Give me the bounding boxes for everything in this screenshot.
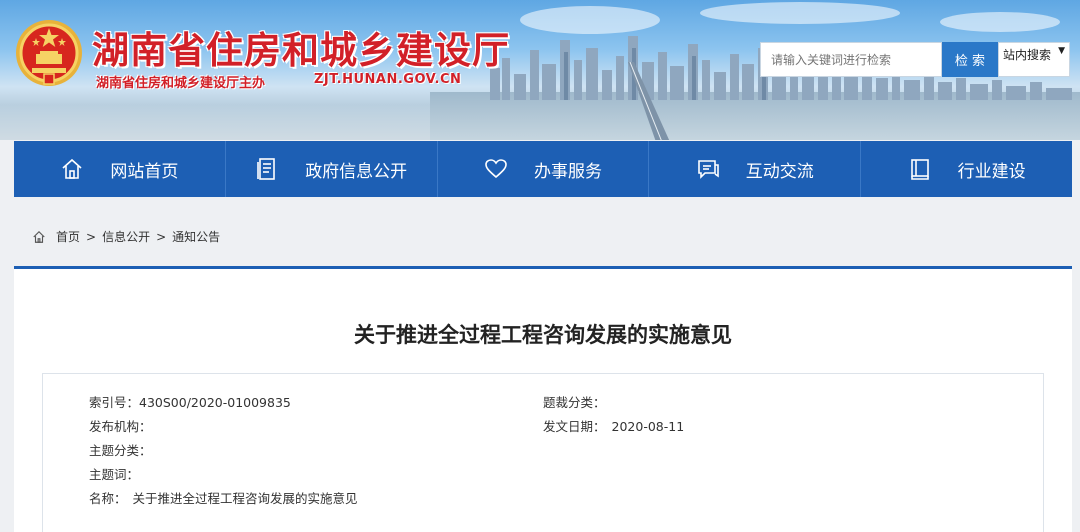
article-title: 关于推进全过程工程咨询发展的实施意见 xyxy=(354,323,732,347)
site-title: 湖南省住房和城乡建设厅 xyxy=(92,29,510,72)
nav-item-label: 行业建设 xyxy=(957,161,1026,182)
meta-label: 索引号： xyxy=(89,395,140,410)
chat-icon xyxy=(697,160,719,179)
book-icon xyxy=(910,159,929,180)
meta-name: 名称： 关于推进全过程工程咨询发展的实施意见 xyxy=(89,488,358,507)
nav-item-gov-info[interactable]: 政府信息公开 xyxy=(226,141,438,197)
breadcrumb-current[interactable]: 通知公告 xyxy=(172,228,220,245)
nav-item-industry[interactable]: 行业建设 xyxy=(861,141,1072,197)
meta-label: 发文日期： xyxy=(543,419,606,434)
national-emblem-logo xyxy=(16,20,82,86)
cloud-decoration xyxy=(700,2,900,24)
main-nav: 网站首页 政府信息公开 办事服务 互动交流 行业建设 xyxy=(14,141,1072,197)
breadcrumb-separator: > xyxy=(156,229,167,244)
meta-publisher: 发布机构： xyxy=(89,416,158,435)
nav-item-label: 网站首页 xyxy=(110,161,179,182)
meta-subject: 主题分类： xyxy=(89,440,158,459)
document-icon xyxy=(257,158,275,180)
header-banner: 湖南省住房和城乡建设厅 湖南省住房和城乡建设厅主办 ZJT.HUNAN.GOV.… xyxy=(0,0,1080,140)
heart-icon xyxy=(485,159,507,179)
home-icon xyxy=(33,230,45,243)
bridge-decoration xyxy=(628,62,670,140)
meta-label: 题裁分类： xyxy=(543,395,606,410)
site-subtitle: 湖南省住房和城乡建设厅主办 xyxy=(96,76,266,91)
breadcrumb-home-link[interactable]: 首页 xyxy=(56,228,80,245)
dropdown-arrow-icon: ▼ xyxy=(1058,46,1065,56)
meta-label: 主题分类： xyxy=(89,443,152,458)
site-domain: ZJT.HUNAN.GOV.CN xyxy=(314,72,462,87)
nav-item-label: 办事服务 xyxy=(533,161,602,182)
nav-item-services[interactable]: 办事服务 xyxy=(438,141,650,197)
meta-topic-class: 题裁分类： xyxy=(543,392,612,411)
home-icon xyxy=(62,158,82,179)
meta-date: 发文日期： 2020-08-11 xyxy=(543,416,684,435)
cloud-decoration xyxy=(940,12,1060,32)
nav-item-label: 互动交流 xyxy=(745,161,814,182)
breadcrumb-separator: > xyxy=(86,229,97,244)
meta-index: 索引号：430S00/2020-01009835 xyxy=(89,392,291,411)
search-scope-select[interactable]: 站内搜索 ▼ xyxy=(998,42,1070,77)
search-button[interactable]: 检 索 xyxy=(942,42,998,77)
nav-item-label: 政府信息公开 xyxy=(305,161,408,182)
breadcrumb: 首页 > 信息公开 > 通知公告 xyxy=(32,228,220,245)
search-scope-label: 站内搜索 xyxy=(1003,48,1052,62)
meta-label: 主题词： xyxy=(89,467,140,482)
nav-item-interaction[interactable]: 互动交流 xyxy=(649,141,862,197)
article-meta-box: 索引号：430S00/2020-01009835 题裁分类： 发布机构： 发文日… xyxy=(42,373,1044,532)
nav-item-home[interactable]: 网站首页 xyxy=(14,141,226,197)
meta-value: 2020-08-11 xyxy=(611,419,685,434)
search-input[interactable] xyxy=(760,42,942,77)
meta-label: 名称： xyxy=(89,491,127,506)
meta-value: 关于推进全过程工程咨询发展的实施意见 xyxy=(132,491,358,506)
breadcrumb-info-link[interactable]: 信息公开 xyxy=(102,228,150,245)
meta-value: 430S00/2020-01009835 xyxy=(139,395,291,410)
article-panel: 关于推进全过程工程咨询发展的实施意见 索引号：430S00/2020-01009… xyxy=(14,266,1072,532)
meta-label: 发布机构： xyxy=(89,419,152,434)
meta-keywords: 主题词： xyxy=(89,464,145,483)
